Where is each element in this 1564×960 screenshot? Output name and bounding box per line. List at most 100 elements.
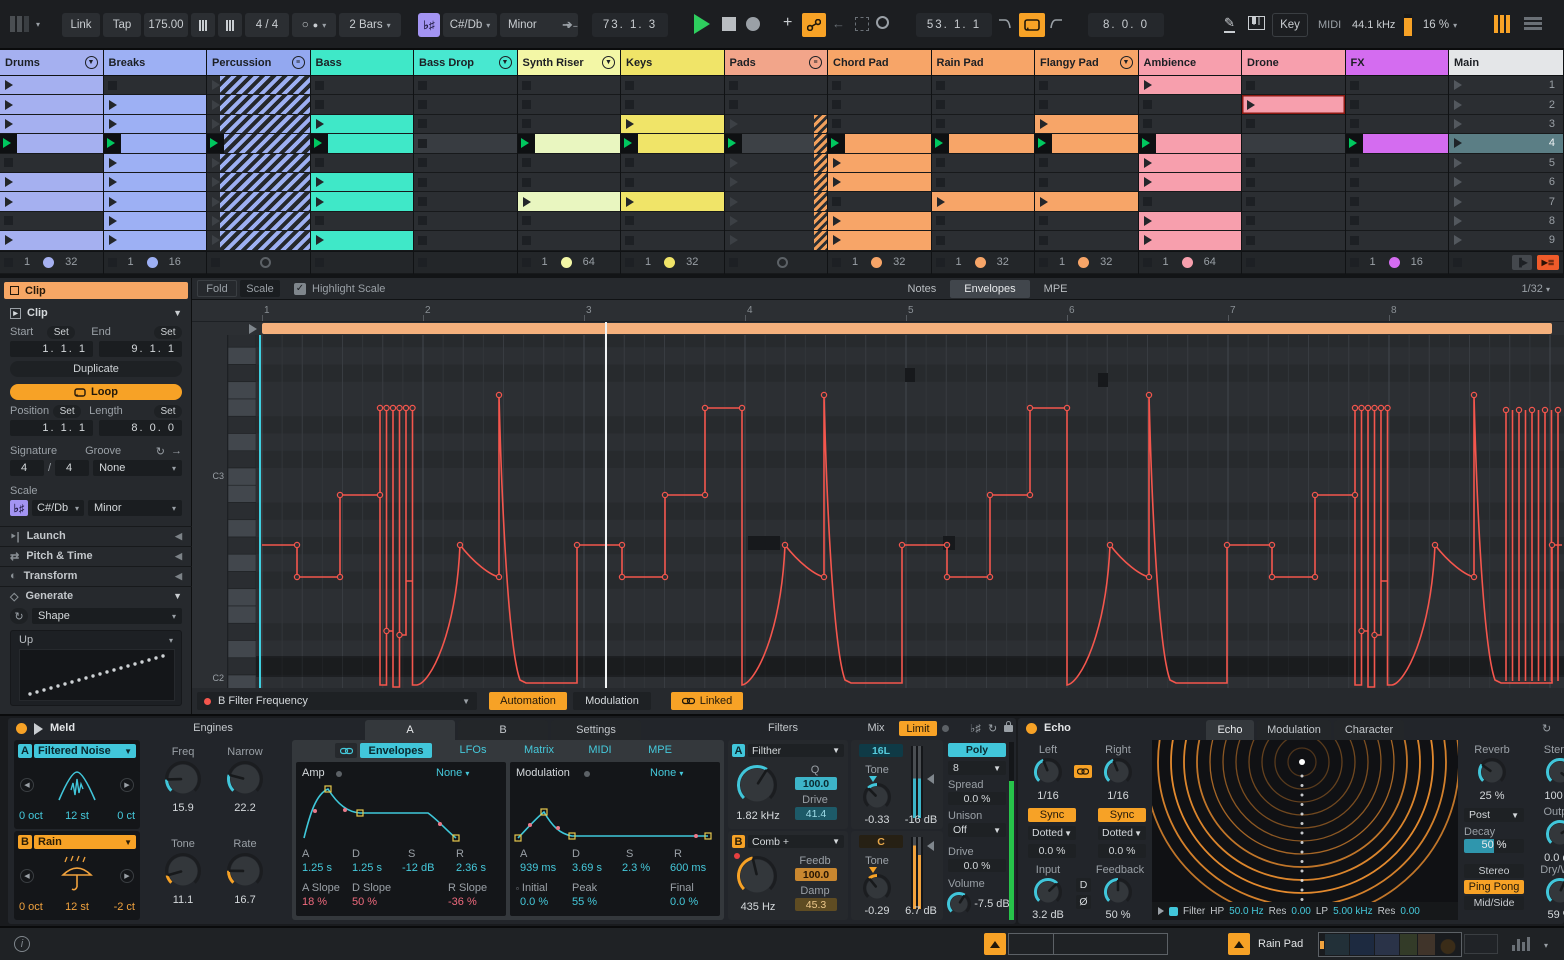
freq-knob[interactable] <box>164 760 202 798</box>
track-header[interactable]: Breaks <box>103 50 206 76</box>
clip-slot[interactable] <box>828 95 931 115</box>
clip-stop-button[interactable] <box>625 235 634 245</box>
groove-refresh-icon[interactable]: ↻ <box>156 445 165 458</box>
clip-slot[interactable] <box>1035 134 1138 154</box>
clip-slot[interactable] <box>0 211 103 232</box>
clip-slot[interactable] <box>1242 231 1345 251</box>
clip-stop-button[interactable] <box>1349 158 1359 168</box>
clip-slot[interactable] <box>310 172 413 193</box>
output-value[interactable]: 0.0 dB <box>1534 852 1564 864</box>
scene-launch-icon[interactable] <box>1454 177 1462 188</box>
scene-launch-icon[interactable] <box>1454 235 1462 246</box>
track-stop-button[interactable] <box>314 257 324 267</box>
reenable-automation-icon[interactable]: ← <box>832 16 845 31</box>
res1-value[interactable]: 0.00 <box>1291 906 1310 917</box>
filter-a-type-menu[interactable]: Filther ▼ <box>748 744 844 757</box>
clip-slot[interactable] <box>414 114 517 135</box>
clip-play-icon[interactable] <box>936 196 945 207</box>
clip-slot[interactable] <box>207 95 310 115</box>
clip-play-icon[interactable] <box>833 235 841 246</box>
chevron-down-icon[interactable]: ▼ <box>1119 56 1133 69</box>
clip-playing-icon[interactable] <box>313 138 322 149</box>
clip-slot[interactable] <box>103 95 206 115</box>
track-header[interactable]: Synth Riser ▼ <box>517 50 620 76</box>
scene-launch-icon[interactable] <box>1454 215 1462 226</box>
clip-slot[interactable] <box>931 231 1034 251</box>
meter-bars-icon[interactable] <box>1512 937 1530 951</box>
clip-stop-button[interactable] <box>1039 158 1048 168</box>
clip-play-icon[interactable] <box>522 196 531 207</box>
engine-a-next-icon[interactable]: ▶ <box>120 778 134 792</box>
clip-slot[interactable] <box>1345 211 1448 232</box>
clip-slot[interactable] <box>103 153 206 173</box>
clip-scale-name[interactable]: Minor ▾ <box>88 500 182 516</box>
phase-button[interactable]: Ø <box>1076 895 1091 909</box>
sync-left-button[interactable]: Sync <box>1028 808 1076 822</box>
track-stop-button[interactable] <box>1142 257 1152 267</box>
narrow-knob-value[interactable]: 22.2 <box>220 802 270 814</box>
clip-stop-button[interactable] <box>418 177 427 187</box>
keyboard-icon[interactable] <box>1248 16 1265 30</box>
track-stop-button[interactable] <box>211 257 220 267</box>
signature-denominator[interactable]: 4 <box>55 460 90 476</box>
clip-overview-toggle[interactable] <box>984 933 1006 955</box>
clip-stop-button[interactable] <box>418 100 427 110</box>
piano-strip[interactable] <box>228 335 256 690</box>
new-midi-icon[interactable]: + <box>783 14 792 32</box>
clip-stop-button[interactable] <box>1039 80 1048 90</box>
nudge-up-icon[interactable] <box>218 13 242 37</box>
scene-launch-icon[interactable] <box>1454 80 1462 91</box>
clip-slot[interactable] <box>310 76 413 96</box>
punch-out-icon[interactable] <box>1050 16 1066 32</box>
clip-play-icon[interactable] <box>108 196 117 207</box>
mix-b-pan[interactable]: C <box>859 835 903 848</box>
clip-play-icon[interactable] <box>626 196 634 207</box>
clip-slot[interactable] <box>0 76 103 96</box>
loop-start-marker-icon[interactable] <box>249 324 257 334</box>
filter-a-freq-value[interactable]: 1.82 kHz <box>728 810 788 822</box>
clip-stop-button[interactable] <box>832 197 841 207</box>
clip-slot[interactable] <box>828 211 931 232</box>
echo-power-led[interactable] <box>1026 723 1037 734</box>
clip-play-icon[interactable] <box>5 80 13 91</box>
scene-slot[interactable]: 2 <box>1449 95 1563 115</box>
clip-stop-button[interactable] <box>728 80 738 90</box>
sync-right-button[interactable]: Sync <box>1098 808 1146 822</box>
linked-toggle[interactable]: Linked <box>671 692 743 710</box>
clip-play-icon[interactable] <box>5 177 13 188</box>
limit-button[interactable]: Limit <box>899 721 937 736</box>
tap-button[interactable]: Tap <box>103 13 141 37</box>
clip-play-icon[interactable] <box>5 99 13 110</box>
filter-b-freq-knob[interactable] <box>736 855 778 897</box>
engine-a-menu[interactable]: Filtered Noise ▼ <box>34 744 136 758</box>
clip-play-icon[interactable] <box>833 215 841 226</box>
amp-r-value[interactable]: 2.36 s <box>456 862 486 874</box>
clip-slot[interactable] <box>621 211 724 232</box>
clip-slot[interactable] <box>1345 114 1448 135</box>
clip-stop-button[interactable] <box>314 216 324 226</box>
track-header[interactable]: Chord Pad <box>828 50 931 76</box>
meld-refresh-icon[interactable]: ↻ <box>988 722 997 735</box>
clip-slot[interactable] <box>310 153 413 173</box>
tab-settings[interactable]: Settings <box>551 720 641 740</box>
clip-stop-button[interactable] <box>1142 100 1152 110</box>
clip-slot[interactable] <box>1242 134 1345 154</box>
device-chain-overview[interactable] <box>1318 932 1462 957</box>
ping-pong-button[interactable]: Ping Pong <box>1464 880 1524 894</box>
group-list-icon[interactable]: ≡ <box>291 56 305 69</box>
clip-stop-button[interactable] <box>832 119 841 129</box>
vdrive-value[interactable]: 0.0 % <box>948 859 1006 872</box>
clip-slot[interactable] <box>724 76 827 96</box>
length-value[interactable]: 8. 0. 0 <box>99 420 182 436</box>
device-title[interactable]: Meld <box>50 722 75 734</box>
mix-a-tone-knob[interactable] <box>862 782 892 812</box>
track-header[interactable]: FX <box>1345 50 1448 76</box>
mix-a-meter[interactable] <box>911 746 923 818</box>
track-header[interactable]: Ambience <box>1138 50 1241 76</box>
clip-slot[interactable] <box>517 134 620 154</box>
clip-slot[interactable] <box>931 76 1034 96</box>
track-header[interactable]: Drums ▼ <box>0 50 103 76</box>
unison-menu[interactable]: Off ▼ <box>948 823 1006 837</box>
rate-knob[interactable] <box>226 852 264 890</box>
device-overview-extra[interactable] <box>1464 934 1498 954</box>
